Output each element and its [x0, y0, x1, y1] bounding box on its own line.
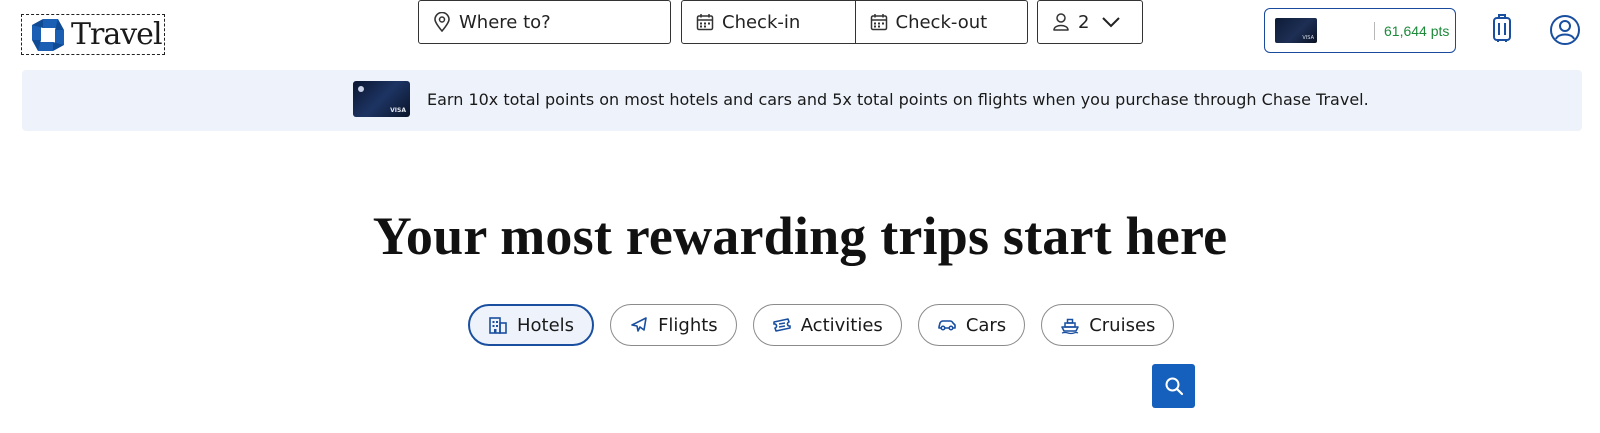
- chase-travel-logo[interactable]: Travel: [21, 14, 165, 55]
- guests-count: 2: [1078, 11, 1090, 33]
- destination-input[interactable]: Where to?: [418, 0, 671, 44]
- search-button[interactable]: [1152, 364, 1195, 408]
- ticket-icon: [772, 318, 791, 332]
- tab-hotels[interactable]: Hotels: [468, 304, 595, 346]
- tab-label: Activities: [800, 314, 883, 336]
- credit-card-image: VISA: [353, 81, 410, 117]
- points-balance-button[interactable]: 61,644 pts: [1264, 8, 1456, 53]
- credit-card-thumbnail: [1275, 18, 1317, 43]
- tab-flights[interactable]: Flights: [610, 304, 737, 346]
- chevron-down-icon: [1102, 17, 1121, 28]
- tab-label: Hotels: [517, 314, 575, 336]
- tab-cars[interactable]: Cars: [917, 304, 1026, 346]
- person-icon: [1053, 13, 1069, 31]
- promo-text: Earn 10x total points on most hotels and…: [427, 90, 1369, 109]
- calendar-icon: [870, 14, 887, 31]
- tab-label: Flights: [658, 314, 718, 336]
- building-icon: [489, 317, 507, 334]
- trips-button[interactable]: [1488, 11, 1516, 45]
- ship-icon: [1061, 318, 1080, 335]
- points-balance: 61,644 pts: [1384, 22, 1450, 39]
- luggage-icon: [1493, 14, 1511, 42]
- tab-cruises[interactable]: Cruises: [1041, 304, 1175, 346]
- calendar-icon: [696, 14, 714, 31]
- guests-selector[interactable]: 2: [1037, 0, 1143, 44]
- search-icon: [1165, 377, 1183, 396]
- checkout-field[interactable]: Check-out: [854, 1, 1028, 43]
- tab-label: Cruises: [1089, 314, 1156, 336]
- map-pin-icon: [434, 12, 450, 32]
- hero-title: Your most rewarding trips start here: [372, 206, 1228, 266]
- user-circle-icon: [1550, 15, 1580, 45]
- travel-type-tabs: Hotels Flights Activities Cars Cruises: [468, 304, 1175, 346]
- date-range-picker: Check-in Check-out: [681, 0, 1028, 44]
- chase-octagon-icon: [32, 18, 64, 51]
- profile-button[interactable]: [1548, 13, 1582, 47]
- checkin-placeholder: Check-in: [722, 11, 801, 33]
- promo-banner: VISA Earn 10x total points on most hotel…: [22, 70, 1582, 131]
- tab-label: Cars: [965, 314, 1007, 336]
- plane-icon: [631, 317, 647, 332]
- checkin-field[interactable]: Check-in: [682, 1, 855, 43]
- car-icon: [938, 320, 956, 331]
- divider: [1374, 21, 1375, 40]
- tab-activities[interactable]: Activities: [752, 304, 902, 346]
- checkout-placeholder: Check-out: [895, 11, 988, 33]
- destination-placeholder: Where to?: [459, 11, 551, 33]
- logo-text: Travel: [71, 17, 163, 52]
